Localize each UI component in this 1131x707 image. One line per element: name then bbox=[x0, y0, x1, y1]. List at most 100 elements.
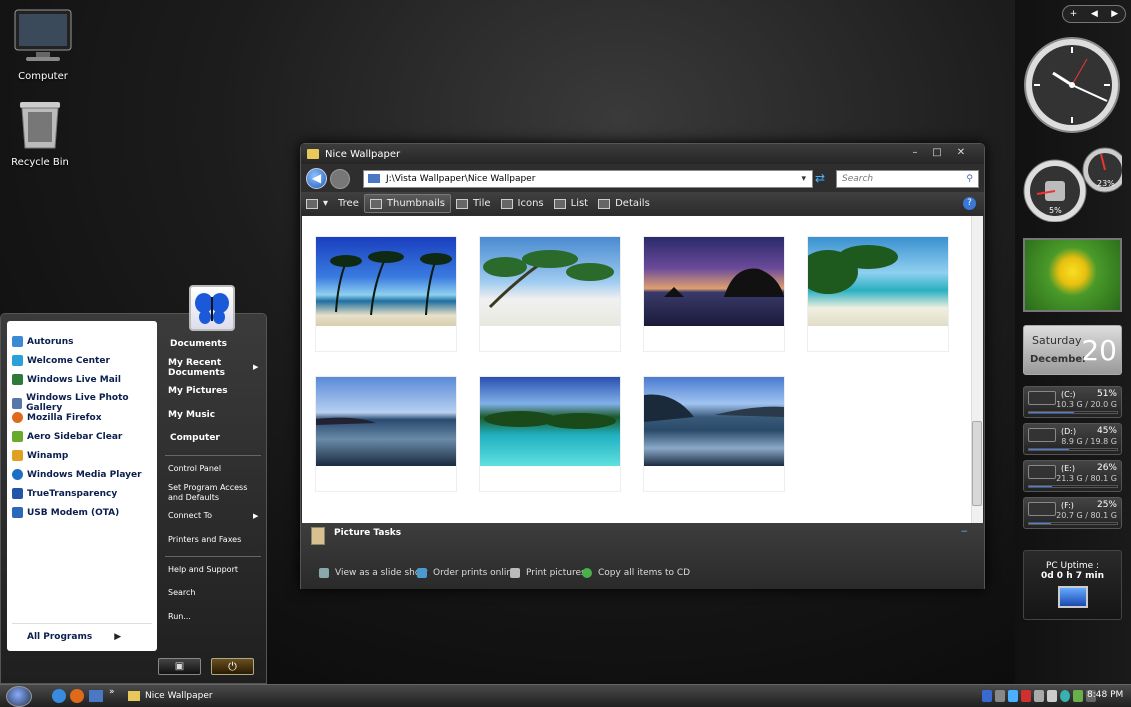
thumbnail-item[interactable] bbox=[643, 236, 785, 352]
task-copy-to-cd[interactable]: Copy all items to CD bbox=[582, 568, 690, 578]
system-connect-to[interactable]: Connect To bbox=[168, 511, 212, 520]
drive-meter-e[interactable]: (E:) 26% 21.3 G / 80.1 G bbox=[1023, 460, 1122, 492]
system-program-access[interactable]: Set Program Access and Defaults bbox=[168, 483, 252, 503]
icons-button[interactable]: Icons bbox=[496, 194, 549, 213]
desktop-icon-recycle-bin[interactable]: Recycle Bin bbox=[0, 98, 80, 168]
search-icon[interactable]: ⚲ bbox=[966, 171, 973, 187]
list-label: List bbox=[570, 198, 589, 209]
power-button[interactable]: ⏻ bbox=[211, 658, 254, 675]
address-bar[interactable]: J:\Vista Wallpaper\Nice Wallpaper ▾ bbox=[363, 170, 813, 188]
thumbnail-item[interactable] bbox=[643, 376, 785, 492]
tray-icon[interactable] bbox=[1021, 690, 1031, 702]
back-button[interactable]: ◀ bbox=[306, 168, 327, 189]
thumbnail-item[interactable] bbox=[479, 376, 621, 492]
thumbnail-view[interactable] bbox=[302, 216, 983, 523]
system-printers-faxes[interactable]: Printers and Faxes bbox=[168, 535, 241, 544]
start-button[interactable] bbox=[6, 686, 32, 707]
collapse-icon[interactable]: − bbox=[960, 527, 968, 537]
tray-icon[interactable] bbox=[982, 690, 992, 702]
thumbnail-item[interactable] bbox=[315, 376, 457, 492]
layout-button[interactable]: ▾ bbox=[301, 194, 333, 213]
taskbar-button-nice-wallpaper[interactable]: Nice Wallpaper bbox=[128, 687, 288, 705]
program-item-aero-sidebar-clear[interactable]: Aero Sidebar Clear bbox=[12, 431, 122, 442]
show-desktop-icon[interactable] bbox=[89, 690, 103, 702]
program-item-media-player[interactable]: Windows Media Player bbox=[12, 469, 142, 480]
close-button[interactable]: ✕ bbox=[949, 146, 973, 161]
places-computer[interactable]: Computer bbox=[170, 433, 220, 443]
system-control-panel[interactable]: Control Panel bbox=[168, 464, 221, 473]
search-input[interactable]: Search ⚲ bbox=[836, 170, 979, 188]
window-title: Nice Wallpaper bbox=[325, 148, 401, 160]
tray-icon[interactable] bbox=[1034, 690, 1044, 702]
volume-icon[interactable] bbox=[1047, 690, 1057, 702]
slideshow-gadget[interactable] bbox=[1023, 238, 1122, 312]
thumbnail-item[interactable] bbox=[807, 236, 949, 352]
program-item-usb-modem[interactable]: USB Modem (OTA) bbox=[12, 507, 119, 518]
forward-button[interactable] bbox=[330, 169, 350, 189]
calendar-gadget[interactable]: Saturday December 20 bbox=[1023, 325, 1122, 375]
next-icon[interactable]: ▶ bbox=[1111, 9, 1118, 19]
previous-icon[interactable]: ◀ bbox=[1091, 9, 1098, 19]
tray-icon[interactable] bbox=[1073, 690, 1083, 702]
explorer-window[interactable]: Nice Wallpaper – □ ✕ ◀ J:\Vista Wallpape… bbox=[300, 143, 985, 589]
tree-button[interactable]: Tree bbox=[333, 194, 364, 213]
task-order-prints[interactable]: Order prints online bbox=[417, 568, 518, 578]
vertical-scrollbar[interactable] bbox=[971, 216, 983, 523]
all-programs-button[interactable]: All Programs ▶ bbox=[27, 632, 121, 642]
places-documents[interactable]: Documents bbox=[170, 339, 227, 349]
taskbar-clock[interactable]: 8:48 PM bbox=[1087, 690, 1123, 700]
thumbnail-item[interactable] bbox=[479, 236, 621, 352]
clock-gadget[interactable] bbox=[1023, 35, 1122, 135]
sidebar-controls: + ◀ ▶ bbox=[1062, 5, 1126, 23]
drive-percent: 25% bbox=[1096, 500, 1117, 510]
drive-meter-c[interactable]: (C:) 51% 10.3 G / 20.0 G bbox=[1023, 386, 1122, 418]
lock-button[interactable]: ▣ bbox=[158, 658, 201, 675]
thumbnails-button[interactable]: Thumbnails bbox=[363, 194, 451, 213]
window-titlebar[interactable]: Nice Wallpaper – □ ✕ bbox=[301, 144, 984, 164]
folder-icon bbox=[307, 149, 319, 159]
minimize-button[interactable]: – bbox=[903, 146, 927, 161]
drive-meter-d[interactable]: (D:) 45% 8.9 G / 19.8 G bbox=[1023, 423, 1122, 455]
tray-icon[interactable] bbox=[995, 690, 1005, 702]
scrollbar-thumb[interactable] bbox=[972, 421, 982, 506]
quick-launch-chevron-icon[interactable]: » bbox=[109, 687, 115, 697]
refresh-icon[interactable]: ⇄ bbox=[815, 171, 825, 185]
task-slideshow[interactable]: View as a slide show bbox=[319, 568, 428, 578]
network-icon[interactable] bbox=[1060, 690, 1070, 702]
address-dropdown-icon[interactable]: ▾ bbox=[801, 171, 806, 187]
thumbnail-item[interactable] bbox=[315, 236, 457, 352]
task-print-pictures[interactable]: Print pictures bbox=[510, 568, 586, 578]
drive-meter-f[interactable]: (F:) 25% 20.7 G / 80.1 G bbox=[1023, 497, 1122, 529]
uptime-gadget[interactable]: PC Uptime : 0d 0 h 7 min bbox=[1023, 550, 1122, 620]
maximize-button[interactable]: □ bbox=[925, 146, 949, 161]
program-item-windows-live-mail[interactable]: Windows Live Mail bbox=[12, 374, 121, 385]
cpu-meter-gadget[interactable]: 5% 23% bbox=[1023, 146, 1128, 223]
places-recent-documents[interactable]: My Recent Documents bbox=[168, 358, 230, 378]
program-item-photo-gallery[interactable]: Windows Live Photo Gallery bbox=[12, 393, 157, 413]
desktop-icon-computer[interactable]: Computer bbox=[3, 8, 83, 82]
program-item-welcome-center[interactable]: Welcome Center bbox=[12, 355, 110, 366]
ie-icon[interactable] bbox=[52, 689, 66, 703]
details-button[interactable]: Details bbox=[593, 194, 655, 213]
tile-button[interactable]: Tile bbox=[451, 194, 496, 213]
drive-usage-fill bbox=[1029, 523, 1051, 524]
program-item-truetransparency[interactable]: TrueTransparency bbox=[12, 488, 117, 499]
places-pictures[interactable]: My Pictures bbox=[168, 386, 228, 396]
tile-icon bbox=[455, 198, 468, 209]
system-tray bbox=[982, 690, 1096, 702]
run-command[interactable]: Run... bbox=[168, 612, 191, 621]
firefox-icon[interactable] bbox=[70, 689, 84, 703]
user-picture[interactable] bbox=[189, 285, 235, 331]
places-music[interactable]: My Music bbox=[168, 410, 215, 420]
list-button[interactable]: List bbox=[549, 194, 593, 213]
program-item-winamp[interactable]: Winamp bbox=[12, 450, 68, 461]
start-search[interactable]: Search bbox=[168, 588, 195, 597]
help-and-support[interactable]: Help and Support bbox=[168, 565, 238, 574]
program-label: TrueTransparency bbox=[27, 488, 118, 499]
menu-divider bbox=[165, 556, 261, 557]
help-icon[interactable]: ? bbox=[963, 197, 976, 210]
add-gadget-icon[interactable]: + bbox=[1070, 9, 1078, 19]
tray-icon[interactable] bbox=[1008, 690, 1018, 702]
program-item-firefox[interactable]: Mozilla Firefox bbox=[12, 412, 102, 423]
program-item-autoruns[interactable]: Autoruns bbox=[12, 336, 73, 347]
